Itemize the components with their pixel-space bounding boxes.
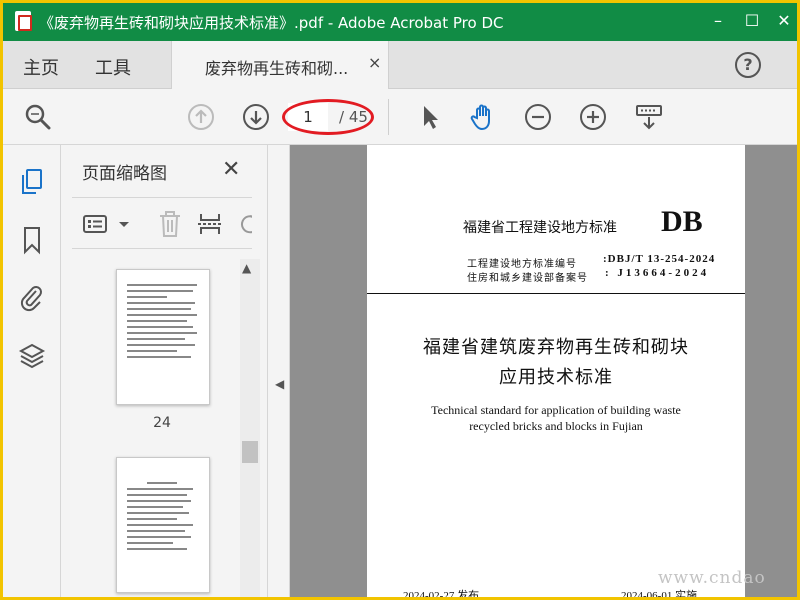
thumbnail-list: 24: [62, 259, 238, 597]
page-thumbnail[interactable]: [116, 457, 210, 593]
panel-title: 页面缩略图: [82, 164, 167, 184]
thumbnail-options-icon[interactable]: [82, 210, 110, 238]
pdf-page: 福建省工程建设地方标准 DB 工程建设地方标准编号 :DBJ/T 13-254-…: [367, 145, 745, 597]
document-tab-label: 废弃物再生砖和砌...: [205, 59, 349, 78]
doc-implement-date: 2024-06-01 实施: [621, 590, 698, 597]
acrobat-app-icon: [15, 11, 32, 31]
split-page-icon[interactable]: [196, 210, 224, 238]
bookmark-icon[interactable]: [18, 225, 46, 255]
doc-title-en-line2: recycled bricks and blocks in Fujian: [469, 419, 643, 433]
collapse-arrow-icon[interactable]: ◀: [275, 377, 284, 391]
doc-std-number-value: :DBJ/T 13-254-2024: [603, 253, 716, 265]
doc-issue-date: 2024-02-27 发布: [403, 590, 480, 597]
select-cursor-icon[interactable]: [415, 102, 445, 132]
page-thumbnail-label: 24: [153, 415, 171, 431]
doc-title-en-line1: Technical standard for application of bu…: [431, 403, 681, 417]
main-toolbar: / 45: [3, 89, 797, 145]
nav-tools[interactable]: 工具: [95, 54, 131, 80]
doc-header-db: DB: [661, 205, 703, 238]
toolbar-divider: [388, 99, 389, 135]
thumbnail-scrollbar[interactable]: ▲: [240, 259, 260, 597]
doc-header-left: 福建省工程建设地方标准: [463, 220, 617, 236]
document-view: 福建省工程建设地方标准 DB 工程建设地方标准编号 :DBJ/T 13-254-…: [290, 145, 797, 597]
acrobat-window: 《废弃物再生砖和砌块应用技术标准》.pdf - Adobe Acrobat Pr…: [3, 3, 797, 597]
minimize-button[interactable]: –: [703, 9, 733, 33]
doc-title-cn-line2: 应用技术标准: [499, 367, 613, 388]
chevron-down-icon[interactable]: [110, 210, 129, 238]
site-watermark: www.cndao: [658, 568, 766, 588]
nav-home[interactable]: 主页: [23, 54, 59, 80]
close-window-button[interactable]: ✕: [769, 9, 797, 33]
delete-page-icon[interactable]: [156, 210, 184, 238]
panel-close-button[interactable]: ✕: [222, 157, 240, 182]
document-tab-close-button[interactable]: ×: [368, 53, 381, 72]
doc-std-number-label: 工程建设地方标准编号: [467, 259, 577, 270]
red-highlight-annotation: [282, 99, 374, 135]
help-icon[interactable]: ?: [735, 52, 761, 78]
page-thumbnail[interactable]: [116, 269, 210, 405]
scrollbar-thumb[interactable]: [242, 441, 258, 463]
window-title: 《废弃物再生砖和砌块应用技术标准》.pdf - Adobe Acrobat Pr…: [39, 14, 504, 32]
chevron-up-icon[interactable]: ▲: [242, 261, 251, 275]
page-thumbnails-panel: 页面缩略图 ✕ 24 ▲: [62, 145, 268, 597]
panel-collapse-strip[interactable]: ◀: [268, 145, 290, 597]
rotate-page-icon[interactable]: [236, 210, 252, 238]
search-zoom-icon[interactable]: [23, 102, 53, 132]
layers-icon[interactable]: [18, 341, 46, 371]
panel-toolbar: [72, 197, 252, 249]
left-navigation-rail: [3, 145, 61, 597]
doc-record-value: : J13664-2024: [605, 267, 710, 279]
hand-tool-icon[interactable]: [468, 102, 498, 132]
title-bar: 《废弃物再生砖和砌块应用技术标准》.pdf - Adobe Acrobat Pr…: [3, 3, 797, 41]
zoom-in-icon[interactable]: [578, 102, 608, 132]
doc-title-cn-line1: 福建省建筑废弃物再生砖和砌块: [423, 337, 689, 358]
maximize-button[interactable]: ☐: [737, 9, 767, 33]
document-tab[interactable]: 废弃物再生砖和砌... ×: [171, 41, 389, 90]
zoom-out-icon[interactable]: [523, 102, 553, 132]
doc-header-rule: [367, 293, 745, 294]
page-up-icon[interactable]: [186, 102, 216, 132]
nav-tab-bar: 主页 工具 废弃物再生砖和砌... × ?: [3, 41, 797, 90]
keyboard-scroll-icon[interactable]: [634, 102, 664, 132]
attachment-icon[interactable]: [18, 283, 46, 313]
page-down-icon[interactable]: [241, 102, 271, 132]
doc-record-label: 住房和城乡建设部备案号: [467, 273, 588, 284]
page-thumbnails-icon[interactable]: [18, 167, 46, 197]
